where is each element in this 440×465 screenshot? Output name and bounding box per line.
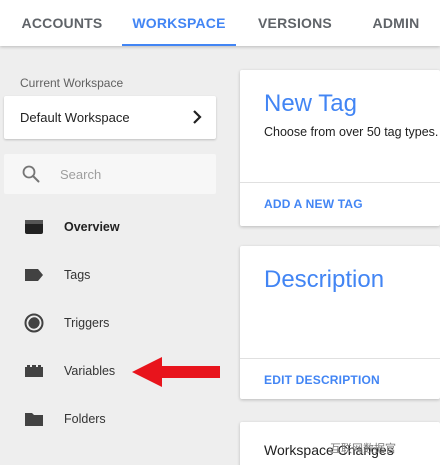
new-tag-card: New Tag Choose from over 50 tag types. A…: [240, 70, 440, 226]
sidebar-item-tags[interactable]: Tags: [0, 255, 230, 295]
tab-workspace[interactable]: WORKSPACE: [122, 0, 236, 46]
watermark-text: 互联网数据官: [330, 443, 396, 455]
tab-accounts[interactable]: ACCOUNTS: [14, 0, 110, 46]
sidebar-item-label: Triggers: [64, 316, 110, 330]
folder-icon: [25, 413, 43, 426]
overview-icon: [25, 220, 43, 234]
card-divider: [240, 182, 440, 183]
active-tab-indicator: [122, 44, 236, 46]
sidebar-item-label: Variables: [64, 364, 116, 378]
workspace-selector[interactable]: Default Workspace: [4, 96, 216, 139]
tab-admin[interactable]: ADMIN: [360, 0, 432, 46]
sidebar-item-label: Folders: [64, 412, 106, 426]
trigger-icon: [24, 313, 44, 333]
edit-description-link[interactable]: EDIT DESCRIPTION: [264, 373, 380, 387]
card-description: Choose from over 50 tag types.: [264, 125, 439, 139]
sidebar-item-label: Overview: [64, 220, 120, 234]
search-icon: [22, 165, 40, 183]
chevron-right-icon: [193, 110, 202, 124]
card-title: New Tag: [264, 90, 357, 117]
tab-versions[interactable]: VERSIONS: [248, 0, 342, 46]
top-nav-bar: ACCOUNTS WORKSPACE VERSIONS ADMIN: [0, 0, 440, 46]
current-workspace-label: Current Workspace: [20, 76, 124, 90]
sidebar-item-folders[interactable]: Folders: [0, 399, 230, 439]
variables-icon: [25, 365, 43, 377]
sidebar-item-triggers[interactable]: Triggers: [0, 303, 230, 343]
red-arrow-annotation: [132, 357, 220, 387]
sidebar-item-label: Tags: [64, 268, 91, 282]
description-card: Description EDIT DESCRIPTION: [240, 246, 440, 399]
search-input[interactable]: Search: [4, 154, 216, 194]
add-new-tag-link[interactable]: ADD A NEW TAG: [264, 197, 363, 211]
tag-icon: [25, 269, 43, 281]
card-title: Description: [264, 266, 385, 293]
workspace-name: Default Workspace: [20, 110, 130, 125]
sidebar-item-overview[interactable]: Overview: [0, 207, 230, 247]
card-divider: [240, 358, 440, 359]
search-placeholder: Search: [60, 167, 102, 182]
